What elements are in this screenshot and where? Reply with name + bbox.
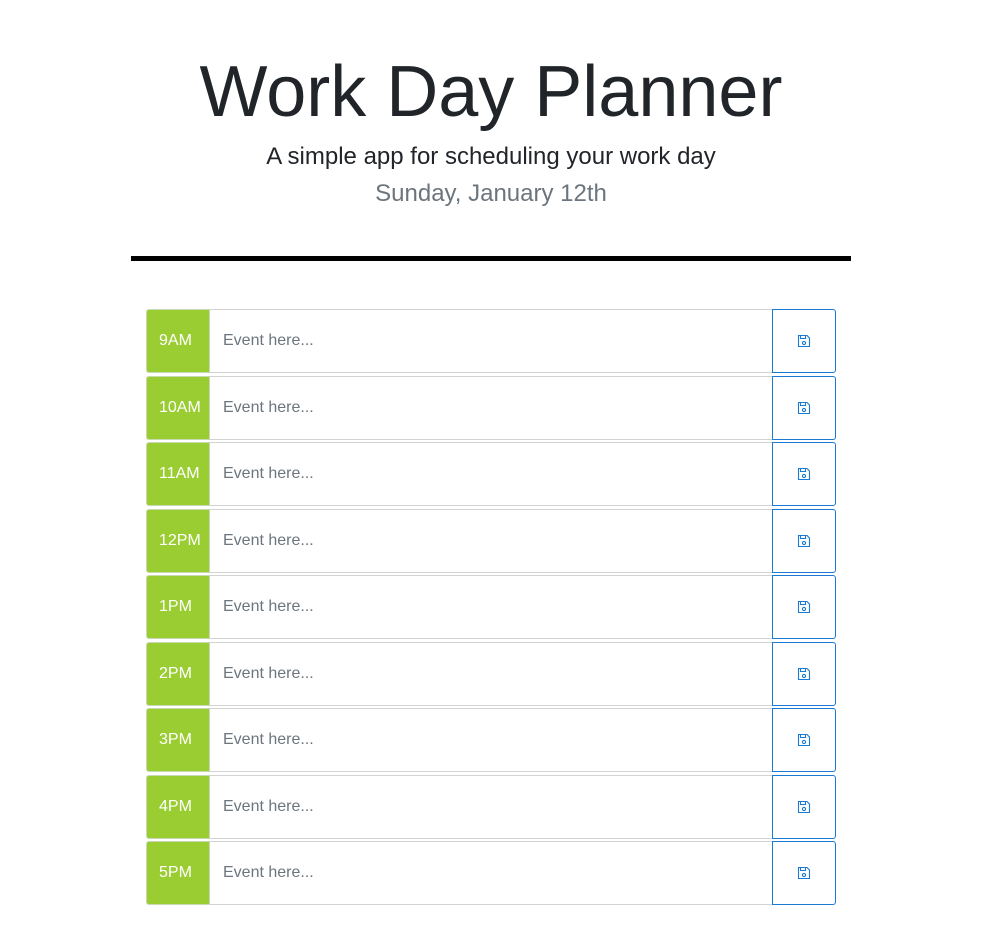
floppy-disk-icon [797, 800, 811, 813]
event-input[interactable] [210, 575, 772, 639]
time-block-row: 10AM [146, 375, 836, 440]
save-button[interactable] [772, 508, 836, 573]
current-date: Sunday, January 12th [375, 180, 607, 207]
event-input[interactable] [210, 641, 772, 706]
time-block-row: 5PM [146, 841, 836, 905]
floppy-disk-icon [797, 667, 811, 680]
hour-label: 12PM [146, 508, 210, 573]
event-input[interactable] [210, 508, 772, 573]
hour-label: 11AM [146, 442, 210, 506]
time-block-row: 9AM [146, 309, 836, 373]
time-block-row: 11AM [146, 442, 836, 506]
save-button[interactable] [772, 442, 836, 506]
save-button[interactable] [772, 309, 836, 373]
hour-label: 4PM [146, 774, 210, 839]
event-input[interactable] [210, 708, 772, 772]
time-block-row: 1PM [146, 575, 836, 639]
floppy-disk-icon [797, 733, 811, 747]
hour-label: 5PM [146, 841, 210, 905]
hour-label: 10AM [146, 375, 210, 440]
page-title: Work Day Planner [199, 52, 783, 132]
floppy-disk-icon [797, 600, 811, 614]
floppy-disk-icon [797, 866, 811, 880]
save-button[interactable] [772, 375, 836, 440]
save-button[interactable] [772, 774, 836, 839]
hour-label: 1PM [146, 575, 210, 639]
hour-label: 9AM [146, 309, 210, 373]
event-input[interactable] [210, 774, 772, 839]
floppy-disk-icon [797, 334, 811, 348]
save-button[interactable] [772, 841, 836, 905]
time-block-row: 2PM [146, 641, 836, 706]
time-block-row: 4PM [146, 774, 836, 839]
event-input[interactable] [210, 442, 772, 506]
save-button[interactable] [772, 641, 836, 706]
floppy-disk-icon [797, 401, 811, 414]
floppy-disk-icon [797, 534, 811, 547]
time-block-row: 12PM [146, 508, 836, 573]
time-block-row: 3PM [146, 708, 836, 772]
header-divider [131, 256, 851, 261]
floppy-disk-icon [797, 467, 811, 481]
event-input[interactable] [210, 375, 772, 440]
page-subtitle: A simple app for scheduling your work da… [266, 143, 716, 170]
hour-label: 2PM [146, 641, 210, 706]
hour-label: 3PM [146, 708, 210, 772]
save-button[interactable] [772, 575, 836, 639]
save-button[interactable] [772, 708, 836, 772]
event-input[interactable] [210, 841, 772, 905]
planner-container: 9AM 10AM 11AM 12PM 1PM 2PM [146, 309, 836, 908]
event-input[interactable] [210, 309, 772, 373]
